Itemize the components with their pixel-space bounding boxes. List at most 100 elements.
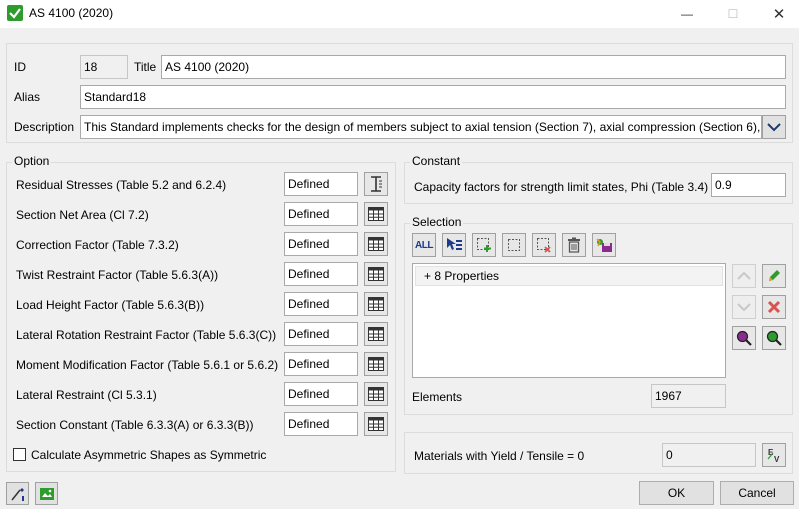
trash-icon	[568, 237, 580, 253]
magnifier-green-icon	[766, 330, 782, 346]
option-edit-button[interactable]	[364, 352, 388, 376]
alias-input[interactable]: Standard18	[80, 85, 786, 109]
description-input[interactable]: This Standard implements checks for the …	[80, 115, 762, 139]
option-value-field[interactable]: Defined	[284, 382, 358, 406]
option-label: Residual Stresses (Table 5.2 and 6.2.4)	[16, 178, 227, 192]
dashed-box-icon	[508, 239, 520, 251]
option-label: Lateral Restraint (Cl 5.3.1)	[16, 388, 157, 402]
title-input[interactable]: AS 4100 (2020)	[161, 55, 786, 79]
option-group-title: Option	[12, 154, 52, 168]
option-edit-button[interactable]	[364, 202, 388, 226]
option-edit-button[interactable]	[364, 412, 388, 436]
add-box-icon	[477, 238, 491, 252]
remove-selection-button[interactable]	[532, 233, 556, 257]
chevron-down-icon	[767, 123, 781, 132]
title-label: Title	[134, 60, 157, 74]
phi-label: Capacity factors for strength limit stat…	[414, 180, 709, 194]
elements-count-field: 1967	[651, 384, 726, 408]
cursor-list-icon	[447, 238, 462, 250]
image-green-icon	[39, 487, 54, 500]
remove-box-icon	[537, 238, 551, 253]
option-label: Load Height Factor (Table 5.6.3(B))	[16, 298, 205, 312]
phi-input[interactable]: 0.9	[711, 173, 786, 197]
select-by-list-button[interactable]	[442, 233, 466, 257]
option-value-field[interactable]: Defined	[284, 412, 358, 436]
selection-group-title: Selection	[410, 215, 464, 229]
tool-button[interactable]	[6, 482, 29, 505]
close-button[interactable]: ✕	[756, 0, 799, 28]
selection-list[interactable]: + 8 Properties	[412, 263, 726, 378]
id-field: 18	[80, 55, 128, 79]
materials-count-field: 0	[662, 443, 756, 467]
table-icon	[368, 387, 384, 401]
zoom-selection-button[interactable]	[732, 326, 756, 350]
minimize-button[interactable]: —	[664, 0, 710, 28]
minimize-icon: —	[681, 7, 693, 21]
option-label: Lateral Rotation Restraint Factor (Table…	[16, 328, 277, 342]
option-value-field[interactable]: Defined	[284, 202, 358, 226]
option-value-field[interactable]: Defined	[284, 262, 358, 286]
add-selection-button[interactable]	[472, 233, 496, 257]
id-label: ID	[14, 60, 26, 74]
pen-tool-icon	[10, 487, 24, 501]
table-icon	[368, 357, 384, 371]
elements-label: Elements	[412, 390, 463, 404]
option-edit-button[interactable]	[364, 292, 388, 316]
option-edit-button[interactable]	[364, 262, 388, 286]
maximize-icon: ☐	[727, 7, 739, 21]
clear-selection-button[interactable]	[562, 233, 586, 257]
table-icon	[368, 267, 384, 281]
option-label: Correction Factor (Table 7.3.2)	[16, 238, 179, 252]
checkmark-app-icon	[7, 5, 23, 21]
svg-text:V: V	[774, 455, 780, 463]
materials-filter-button[interactable]: E V	[762, 443, 786, 467]
table-icon	[368, 327, 384, 341]
option-value-field[interactable]: Defined	[284, 232, 358, 256]
zoom-green-button[interactable]	[762, 326, 786, 350]
delete-x-icon	[767, 300, 781, 314]
ok-button[interactable]: OK	[639, 481, 714, 505]
move-up-button	[732, 264, 756, 288]
constant-group-title: Constant	[410, 154, 463, 168]
option-edit-button[interactable]	[364, 382, 388, 406]
move-down-button	[732, 295, 756, 319]
option-label: Moment Modification Factor (Table 5.6.1 …	[16, 358, 279, 372]
option-edit-button[interactable]	[364, 172, 388, 196]
option-value-field[interactable]: Defined	[284, 292, 358, 316]
list-item[interactable]: + 8 Properties	[415, 266, 723, 286]
image-button[interactable]	[35, 482, 58, 505]
option-value-field[interactable]: Defined	[284, 172, 358, 196]
magnifier-purple-icon	[736, 330, 752, 346]
description-expand-button[interactable]	[762, 115, 786, 139]
option-value-field[interactable]: Defined	[284, 352, 358, 376]
cancel-button[interactable]: Cancel	[720, 481, 794, 505]
save-selection-icon	[596, 238, 612, 252]
option-value-field[interactable]: Defined	[284, 322, 358, 346]
window-title: AS 4100 (2020)	[29, 6, 114, 20]
pencil-icon	[769, 270, 780, 281]
table-icon	[368, 207, 384, 221]
table-icon	[368, 297, 384, 311]
asymmetric-checkbox[interactable]	[13, 448, 26, 461]
chevron-down-icon	[737, 303, 751, 312]
text-cursor-icon	[369, 176, 383, 192]
asymmetric-checkbox-label: Calculate Asymmetric Shapes as Symmetric	[31, 448, 267, 462]
option-edit-button[interactable]	[364, 232, 388, 256]
alias-label: Alias	[14, 90, 41, 104]
edit-button[interactable]	[762, 264, 786, 288]
ev-icon: E V	[767, 448, 780, 463]
save-selection-button[interactable]	[592, 233, 616, 257]
maximize-button: ☐	[710, 0, 756, 28]
select-all-button[interactable]: ALL	[412, 233, 436, 257]
delete-button[interactable]	[762, 295, 786, 319]
chevron-up-icon	[737, 271, 751, 280]
select-all-icon: ALL	[415, 239, 433, 251]
description-label: Description	[14, 120, 75, 134]
option-label: Section Constant (Table 6.3.3(A) or 6.3.…	[16, 418, 254, 432]
close-icon: ✕	[772, 6, 786, 23]
materials-label: Materials with Yield / Tensile = 0	[414, 449, 585, 463]
box-select-button[interactable]	[502, 233, 526, 257]
option-edit-button[interactable]	[364, 322, 388, 346]
option-label: Section Net Area (Cl 7.2)	[16, 208, 149, 222]
table-icon	[368, 237, 384, 251]
